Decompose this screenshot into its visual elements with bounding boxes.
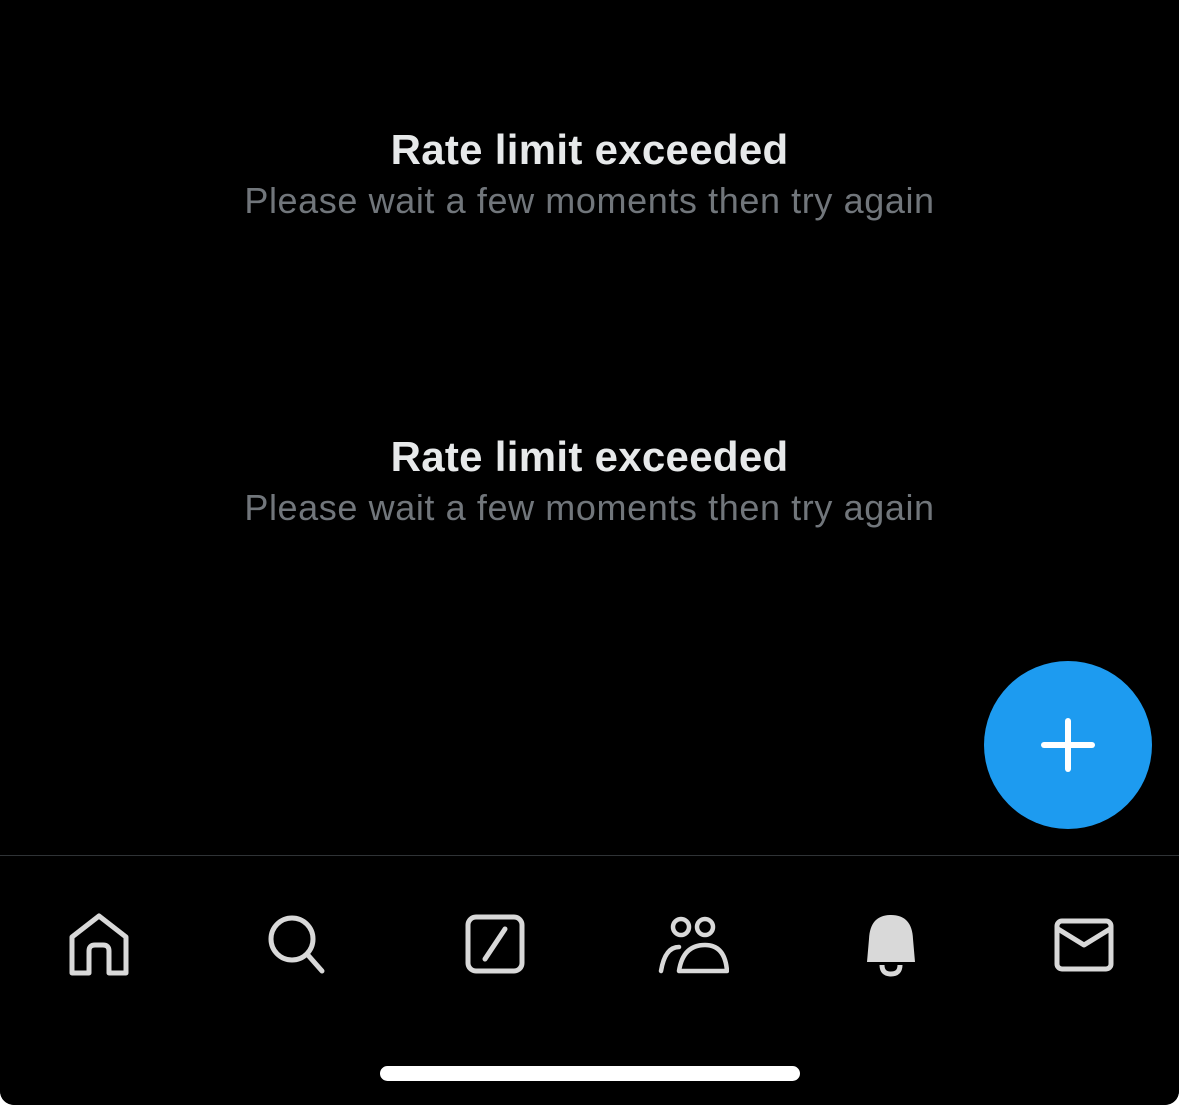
tab-messages[interactable]	[1024, 884, 1144, 1004]
tab-grok[interactable]	[435, 884, 555, 1004]
grok-icon	[465, 914, 525, 974]
app-screen: Rate limit exceeded Please wait a few mo…	[0, 0, 1179, 1105]
plus-icon	[1041, 718, 1095, 772]
error-subtitle: Please wait a few moments then try again	[244, 180, 935, 221]
error-title: Rate limit exceeded	[390, 433, 789, 480]
tab-notifications[interactable]	[831, 884, 951, 1004]
tab-communities[interactable]	[633, 884, 753, 1004]
error-subtitle: Please wait a few moments then try again	[244, 487, 935, 528]
tab-search[interactable]	[236, 884, 356, 1004]
error-title: Rate limit exceeded	[390, 126, 789, 173]
tab-home[interactable]	[39, 884, 159, 1004]
home-icon	[69, 913, 129, 976]
mail-icon	[1054, 918, 1114, 972]
bell-icon	[867, 915, 915, 977]
compose-button[interactable]	[984, 661, 1152, 829]
communities-icon	[658, 916, 729, 974]
search-icon	[268, 915, 325, 974]
rate-limit-message: Rate limit exceeded Please wait a few mo…	[0, 431, 1179, 533]
rate-limit-message: Rate limit exceeded Please wait a few mo…	[0, 124, 1179, 226]
home-indicator[interactable]	[380, 1066, 800, 1081]
